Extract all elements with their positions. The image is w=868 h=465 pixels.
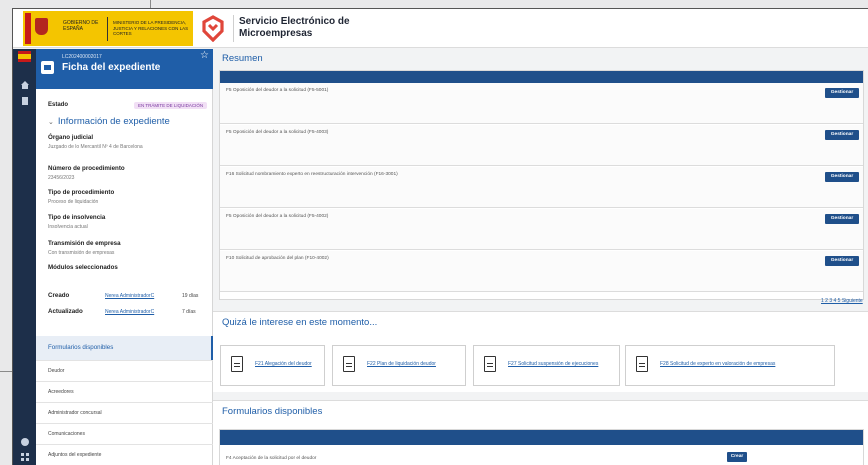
created-ago: 19 días [182, 293, 199, 299]
table-row: F16 Solicitud nombramiento experto en re… [220, 167, 863, 208]
updated-ago: 7 días [182, 309, 196, 315]
row-label: F5 Oposición del deudor a la solicitud (… [226, 130, 329, 135]
created-by-link[interactable]: Nerea AdministradorC [105, 293, 154, 299]
row-label: F5 Oposición del deudor a la solicitud (… [226, 88, 329, 93]
nav-item-comunicaciones[interactable]: Comunicaciones [36, 423, 213, 444]
form-card[interactable]: F27 Solicitud suspensión de ejecuciones [473, 345, 620, 386]
field-label: Tipo de procedimiento [48, 189, 115, 196]
forms-title: Formularios disponibles [222, 406, 323, 417]
form-card[interactable]: F21 Alegación del deudor [220, 345, 325, 386]
brand-divider [233, 15, 234, 42]
form-card-link[interactable]: F28 Solicitud de experto en valoración d… [660, 361, 775, 367]
coat-of-arms-icon [35, 18, 48, 35]
government-logo[interactable]: GOBIERNO DE ESPAÑA MINISTERIO DE LA PRES… [23, 11, 193, 46]
chevron-down-icon: ⌄ [48, 119, 54, 126]
nav-item-administrador[interactable]: Administrador concursal [36, 402, 213, 423]
home-icon[interactable] [19, 80, 30, 90]
crear-button[interactable]: Crear [727, 452, 747, 462]
field-label: Tipo de insolvencia [48, 214, 106, 221]
updated-by-link[interactable]: Nerea AdministradorC [105, 309, 154, 315]
brand-logo-icon[interactable] [201, 15, 226, 42]
gestionar-button[interactable]: Gestionar [825, 256, 859, 266]
resumen-title: Resumen [222, 53, 263, 64]
table-row: F5 Oposición del deudor a la solicitud (… [220, 209, 863, 250]
document-icon [636, 356, 648, 372]
app-header: GOBIERNO DE ESPAÑA MINISTERIO DE LA PRES… [13, 9, 868, 48]
gestionar-button[interactable]: Gestionar [825, 130, 859, 140]
field-value: Proceso de liquidación [48, 199, 99, 205]
field-value: Insolvencia actual [48, 224, 88, 230]
form-card-link[interactable]: F27 Solicitud suspensión de ejecuciones [508, 361, 598, 367]
pagination[interactable]: 1 2 3 4 5 Siguiente [821, 298, 863, 304]
gestionar-button[interactable]: Gestionar [825, 88, 859, 98]
app-name: Servicio Electrónico de Microempresas [239, 16, 350, 39]
screen: GOBIERNO DE ESPAÑA MINISTERIO DE LA PRES… [0, 0, 868, 465]
table-header [220, 430, 863, 445]
field-value: Con transmisión de empresas [48, 250, 115, 256]
updated-label: Actualizado [48, 308, 83, 315]
expediente-title: Ficha del expediente [62, 62, 161, 73]
field-label: Módulos seleccionados [48, 264, 118, 271]
nav-item-acreedores[interactable]: Acreedores [36, 381, 213, 402]
form-card[interactable]: F22 Plan de liquidación deudor [332, 345, 466, 386]
grid-icon[interactable] [19, 452, 30, 462]
ministry-name: MINISTERIO DE LA PRESIDENCIA, JUSTICIA Y… [113, 20, 189, 37]
nav-item-adjuntos[interactable]: Adjuntos del expediente [36, 444, 213, 465]
field-value: Juzgado de lo Mercantil Nº 4 de Barcelon… [48, 144, 143, 150]
nav-item-label: Adjuntos del expediente [48, 452, 102, 458]
nav-item-deudor[interactable]: Deudor [36, 360, 213, 381]
resumen-table: F5 Oposición del deudor a la solicitud (… [219, 70, 864, 300]
status-badge: EN TRÁMITE DE LIQUIDACIÓN [134, 102, 208, 109]
nav-item-label: Comunicaciones [48, 431, 85, 437]
inbox-icon [41, 61, 54, 74]
field-label: Órgano judicial [48, 134, 94, 141]
nav-item-label: Acreedores [48, 389, 74, 395]
expediente-code: LC202400002017 [62, 54, 102, 60]
row-label: F16 Solicitud nombramiento experto en re… [226, 172, 398, 177]
form-card-link[interactable]: F21 Alegación del deudor [255, 361, 312, 367]
document-icon[interactable] [19, 96, 30, 106]
info-section-toggle[interactable]: ⌄ Información de expediente [48, 116, 170, 127]
table-row: F10 Solicitud de aprobación del plan (F1… [220, 251, 863, 292]
favorite-star-icon[interactable]: ☆ [200, 51, 209, 61]
spain-flag-icon [18, 51, 31, 62]
row-label: F4 Aceptación de la solicitud por el deu… [226, 456, 317, 461]
form-card[interactable]: F28 Solicitud de experto en valoración d… [625, 345, 835, 386]
app-window: GOBIERNO DE ESPAÑA MINISTERIO DE LA PRES… [12, 8, 868, 465]
document-icon [484, 356, 496, 372]
field-label: Número de procedimiento [48, 165, 125, 172]
field-value: 23456/2023 [48, 175, 75, 181]
gestionar-button[interactable]: Gestionar [825, 172, 859, 182]
logo-divider [107, 17, 108, 41]
icon-rail [13, 49, 36, 465]
nav-item-formularios[interactable]: Formularios disponibles [36, 336, 213, 360]
info-section-title: Información de expediente [57, 116, 170, 127]
document-icon [343, 356, 355, 372]
estado-label: Estado [48, 102, 69, 108]
user-icon[interactable] [19, 437, 30, 447]
expediente-sidebar: LC202400002017 Ficha del expediente ☆ Es… [36, 49, 213, 465]
nav-item-label: Administrador concursal [48, 410, 102, 416]
interest-title: Quizá le interese en este momento... [222, 317, 378, 328]
document-icon [231, 356, 243, 372]
nav-item-label: Deudor [48, 368, 65, 374]
forms-table: F4 Aceptación de la solicitud por el deu… [219, 429, 864, 465]
expediente-card: LC202400002017 Ficha del expediente ☆ [36, 49, 213, 89]
background-divider [0, 371, 12, 372]
nav-item-label: Formularios disponibles [48, 344, 114, 351]
created-label: Creado [48, 292, 70, 299]
field-label: Transmisión de empresa [48, 240, 121, 247]
table-row: F5 Oposición del deudor a la solicitud (… [220, 83, 863, 124]
government-name: GOBIERNO DE ESPAÑA [63, 20, 99, 32]
form-card-link[interactable]: F22 Plan de liquidación deudor [367, 361, 436, 367]
table-row: F5 Oposición del deudor a la solicitud (… [220, 125, 863, 166]
row-label: F5 Oposición del deudor a la solicitud (… [226, 214, 329, 219]
table-header [220, 71, 863, 83]
row-label: F10 Solicitud de aprobación del plan (F1… [226, 256, 329, 261]
gestionar-button[interactable]: Gestionar [825, 214, 859, 224]
